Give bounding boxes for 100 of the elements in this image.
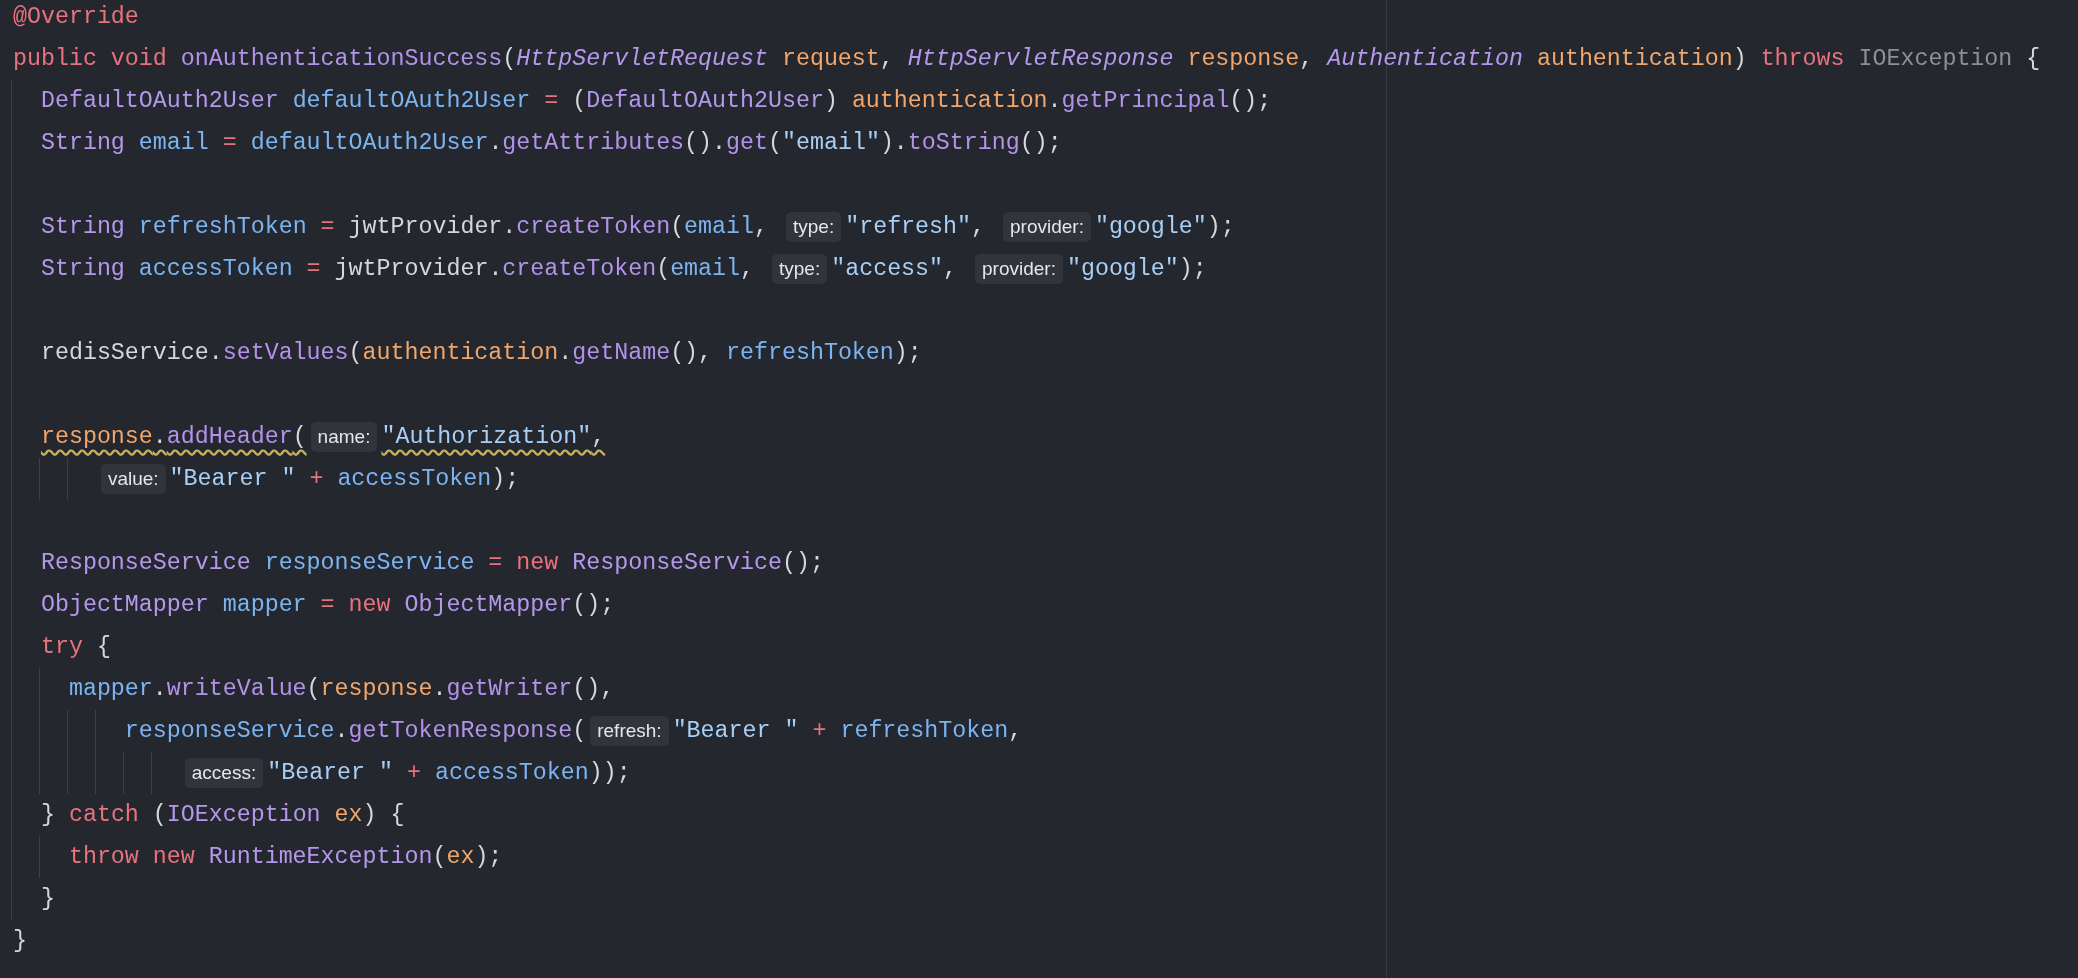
code-text: , xyxy=(1008,718,1023,744)
type-name: String xyxy=(40,256,126,282)
operator: = xyxy=(319,214,336,240)
type-name: ObjectMapper xyxy=(404,592,573,618)
method-name: createToken xyxy=(502,256,657,282)
method-name: get xyxy=(726,130,768,156)
type-name: DefaultOAuth2User xyxy=(40,88,280,114)
code-text: (); xyxy=(1019,130,1062,156)
code-text: (); xyxy=(572,592,615,618)
parameter-hint: provider: xyxy=(975,253,1063,284)
code-text: , xyxy=(971,214,986,240)
code-text: ) { xyxy=(362,802,405,828)
code-text: ( xyxy=(432,844,447,870)
keyword: catch xyxy=(68,802,140,828)
parameter-name: response xyxy=(320,676,433,702)
parameter-hint: provider: xyxy=(1003,211,1091,242)
variable-name: defaultOAuth2User xyxy=(250,130,489,156)
string-literal: "Bearer " xyxy=(169,466,296,492)
code-text: . xyxy=(558,340,573,366)
parameter-name: response xyxy=(1187,46,1300,72)
variable-name: responseService xyxy=(124,718,335,744)
keyword: throws xyxy=(1760,46,1846,72)
method-name: getPrincipal xyxy=(1061,88,1230,114)
operator: + xyxy=(406,760,422,786)
code-text: . xyxy=(1047,88,1062,114)
operator: = xyxy=(543,88,560,114)
operator: = xyxy=(305,256,322,282)
code-text: ( xyxy=(656,256,671,282)
string-literal: "email" xyxy=(782,130,880,156)
parameter-hint: type: xyxy=(786,211,842,242)
code-text: (), xyxy=(572,676,615,702)
type-name: HttpServletRequest xyxy=(516,46,769,72)
operator: = xyxy=(319,592,336,618)
variable-name: mapper xyxy=(222,592,307,618)
code-text: redisService. xyxy=(40,340,223,366)
string-literal: "Bearer " xyxy=(672,718,799,744)
variable-name: refreshToken xyxy=(138,214,307,240)
variable-name: accessToken xyxy=(337,466,492,492)
code-text: ( xyxy=(572,88,587,114)
code-text: , xyxy=(1299,46,1315,72)
code-text: ); xyxy=(491,466,520,492)
code-text: . xyxy=(152,424,167,450)
code-text: , xyxy=(740,256,756,282)
variable-name: refreshToken xyxy=(726,340,894,366)
code-text: , xyxy=(754,214,769,240)
code-text: )); xyxy=(588,760,631,786)
method-name: createToken xyxy=(516,214,671,240)
code-text: (); xyxy=(781,550,824,576)
variable-name: responseService xyxy=(264,550,475,576)
code-text: ( xyxy=(292,424,307,450)
parameter-name: response xyxy=(40,424,153,450)
code-text: (), xyxy=(670,340,714,366)
type-name: ResponseService xyxy=(40,550,252,576)
method-name: getAttributes xyxy=(502,130,685,156)
parameter-name: request xyxy=(781,46,880,72)
string-literal: "google" xyxy=(1094,214,1207,240)
type-name: ObjectMapper xyxy=(40,592,210,618)
type-name: HttpServletResponse xyxy=(907,46,1175,72)
annotation: @Override xyxy=(13,4,139,30)
parameter-hint: refresh: xyxy=(590,715,669,746)
code-text: ( xyxy=(348,340,363,366)
keyword: new xyxy=(348,592,392,618)
variable-name: mapper xyxy=(68,676,153,702)
parameter-name: authentication xyxy=(851,88,1048,114)
string-literal: "Authorization" xyxy=(381,424,592,450)
variable-name: refreshToken xyxy=(840,718,1009,744)
code-text: (); xyxy=(1229,88,1272,114)
string-literal: "refresh" xyxy=(845,214,971,240)
code-text: , xyxy=(591,424,606,450)
code-text: jwtProvider. xyxy=(348,214,517,240)
type-name: String xyxy=(40,130,126,156)
code-text: . xyxy=(488,130,503,156)
string-literal: "google" xyxy=(1066,256,1179,282)
code-text: ( xyxy=(306,676,321,702)
method-name: getWriter xyxy=(446,676,573,702)
code-text: ); xyxy=(1206,214,1235,240)
parameter-hint: value: xyxy=(100,463,166,494)
type-name: Authentication xyxy=(1327,46,1524,72)
variable-name: email xyxy=(138,130,209,156)
code-text: { xyxy=(96,634,111,660)
code-text: ( xyxy=(152,802,167,828)
method-name: writeValue xyxy=(166,676,307,702)
method-name: getTokenResponse xyxy=(348,718,573,744)
parameter-name: ex xyxy=(446,844,475,870)
code-text: (). xyxy=(684,130,727,156)
code-text: ); xyxy=(474,844,503,870)
type-name: RuntimeException xyxy=(208,844,433,870)
code-text: . xyxy=(152,676,167,702)
variable-name: accessToken xyxy=(434,760,589,786)
parameter-hint: access: xyxy=(184,757,264,788)
variable-name: accessToken xyxy=(138,256,293,282)
code-text: ( xyxy=(768,130,782,156)
parameter-hint: name: xyxy=(310,421,378,452)
keyword: try xyxy=(40,634,84,660)
parameter-name: authentication xyxy=(1536,46,1733,72)
method-name: addHeader xyxy=(166,424,293,450)
code-text: ) xyxy=(823,88,839,114)
string-literal: "access" xyxy=(831,256,944,282)
parameter-hint: type: xyxy=(772,253,828,284)
operator: + xyxy=(308,466,325,492)
